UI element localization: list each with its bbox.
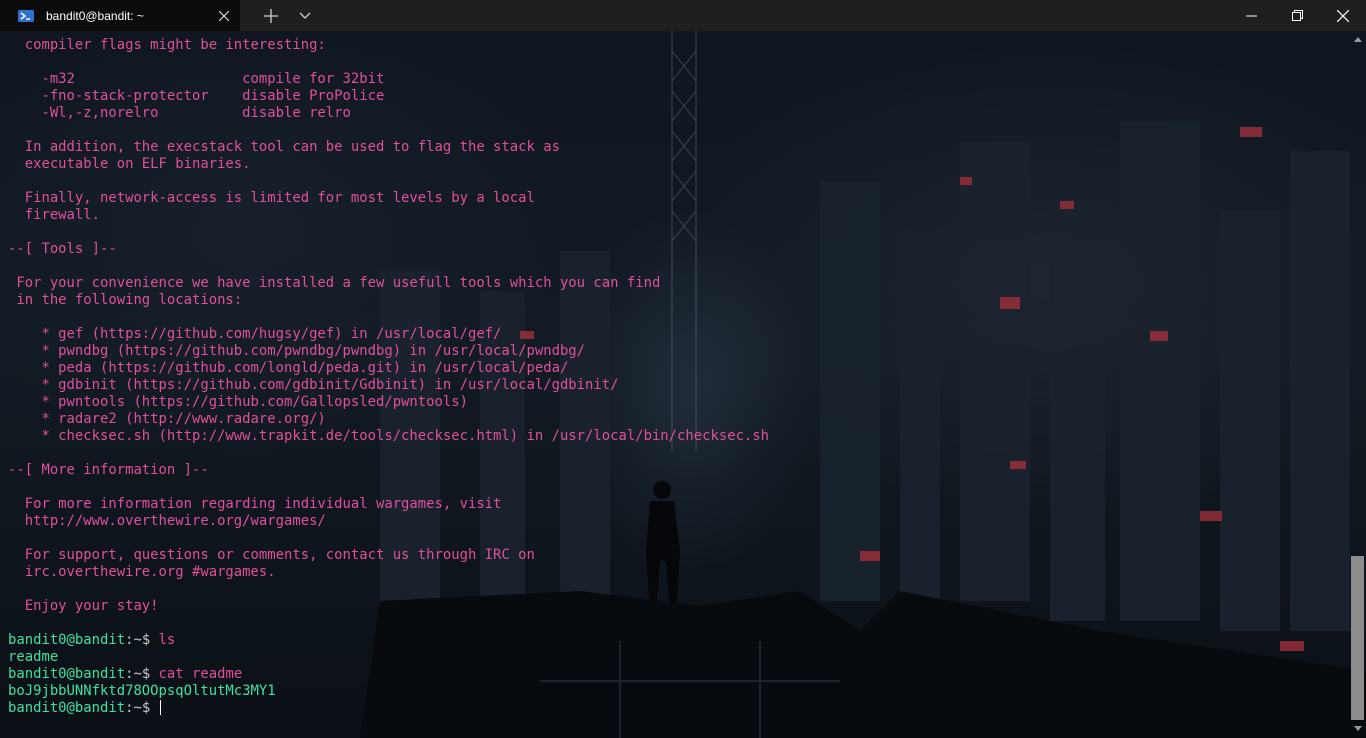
prompt-path: :~$ xyxy=(125,700,159,716)
scrollbar-thumb[interactable] xyxy=(1351,556,1364,720)
terminal-line: irc.overthewire.org #wargames. xyxy=(8,564,276,580)
close-icon[interactable] xyxy=(1320,0,1366,31)
title-bar-drag-area[interactable] xyxy=(321,0,1228,31)
prompt-line: bandit0@bandit:~$ cat readme xyxy=(8,666,769,683)
terminal-line: --[ Tools ]-- xyxy=(8,241,117,257)
terminal-tab[interactable]: bandit0@bandit: ~ xyxy=(0,0,240,31)
terminal-line: -Wl,-z,norelro disable relro xyxy=(8,105,351,121)
terminal-line: Enjoy your stay! xyxy=(8,598,159,614)
command-text: ls xyxy=(158,632,176,648)
terminal-line: http://www.overthewire.org/wargames/ xyxy=(8,513,326,529)
terminal-line: * pwndbg (https://github.com/pwndbg/pwnd… xyxy=(8,343,586,359)
prompt-user: bandit0@bandit xyxy=(8,666,126,682)
output-text: boJ9jbbUNNfktd78OOpsqOltutMc3MY1 xyxy=(8,683,276,699)
terminal-output: compiler flags might be interesting: -m3… xyxy=(8,37,769,717)
terminal-line: * checksec.sh (http://www.trapkit.de/too… xyxy=(8,428,770,444)
terminal-line: in the following locations: xyxy=(8,292,243,308)
terminal-line: -m32 compile for 32bit xyxy=(8,71,385,87)
terminal-line: * gef (https://github.com/hugsy/gef) in … xyxy=(8,326,502,342)
terminal-line: In addition, the execstack tool can be u… xyxy=(8,139,560,155)
terminal-line: * peda (https://github.com/longld/peda.g… xyxy=(8,360,569,376)
title-bar: bandit0@bandit: ~ xyxy=(0,0,1366,31)
terminal-line: compiler flags might be interesting: xyxy=(8,37,326,53)
minimize-icon[interactable] xyxy=(1228,0,1274,31)
terminal-viewport[interactable]: compiler flags might be interesting: -m3… xyxy=(0,31,1366,738)
prompt-path: :~$ xyxy=(125,666,159,682)
prompt-user: bandit0@bandit xyxy=(8,700,126,716)
command-output: readme xyxy=(8,649,769,666)
scroll-down-arrow-icon[interactable] xyxy=(1350,720,1366,736)
terminal-line: For your convenience we have installed a… xyxy=(8,275,661,291)
prompt-line: bandit0@bandit:~$ ls xyxy=(8,632,769,649)
restore-icon[interactable] xyxy=(1274,0,1320,31)
tab-title: bandit0@bandit: ~ xyxy=(46,8,144,23)
dropdown-icon[interactable] xyxy=(289,0,321,31)
close-tab-icon[interactable] xyxy=(210,0,238,31)
terminal-line: executable on ELF binaries. xyxy=(8,156,251,172)
text-cursor xyxy=(159,700,161,715)
scroll-up-arrow-icon[interactable] xyxy=(1350,31,1366,47)
terminal-line: * gdbinit (https://github.com/gdbinit/Gd… xyxy=(8,377,619,393)
terminal-line: --[ More information ]-- xyxy=(8,462,209,478)
command-text: cat readme xyxy=(158,666,243,682)
prompt-path: :~$ xyxy=(125,632,159,648)
terminal-line: For more information regarding individua… xyxy=(8,496,502,512)
new-tab-icon[interactable] xyxy=(253,0,289,31)
prompt-user: bandit0@bandit xyxy=(8,632,126,648)
terminal-line: -fno-stack-protector disable ProPolice xyxy=(8,88,385,104)
terminal-line: Finally, network-access is limited for m… xyxy=(8,190,535,206)
terminal-line: firewall. xyxy=(8,207,100,223)
command-output: boJ9jbbUNNfktd78OOpsqOltutMc3MY1 xyxy=(8,683,769,700)
terminal-line: * pwntools (https://github.com/Gallopsle… xyxy=(8,394,468,410)
output-text: readme xyxy=(8,649,59,665)
terminal-line: * radare2 (http://www.radare.org/) xyxy=(8,411,326,427)
prompt-line: bandit0@bandit:~$ xyxy=(8,700,769,717)
terminal-line: For support, questions or comments, cont… xyxy=(8,547,535,563)
powershell-icon xyxy=(18,8,34,24)
